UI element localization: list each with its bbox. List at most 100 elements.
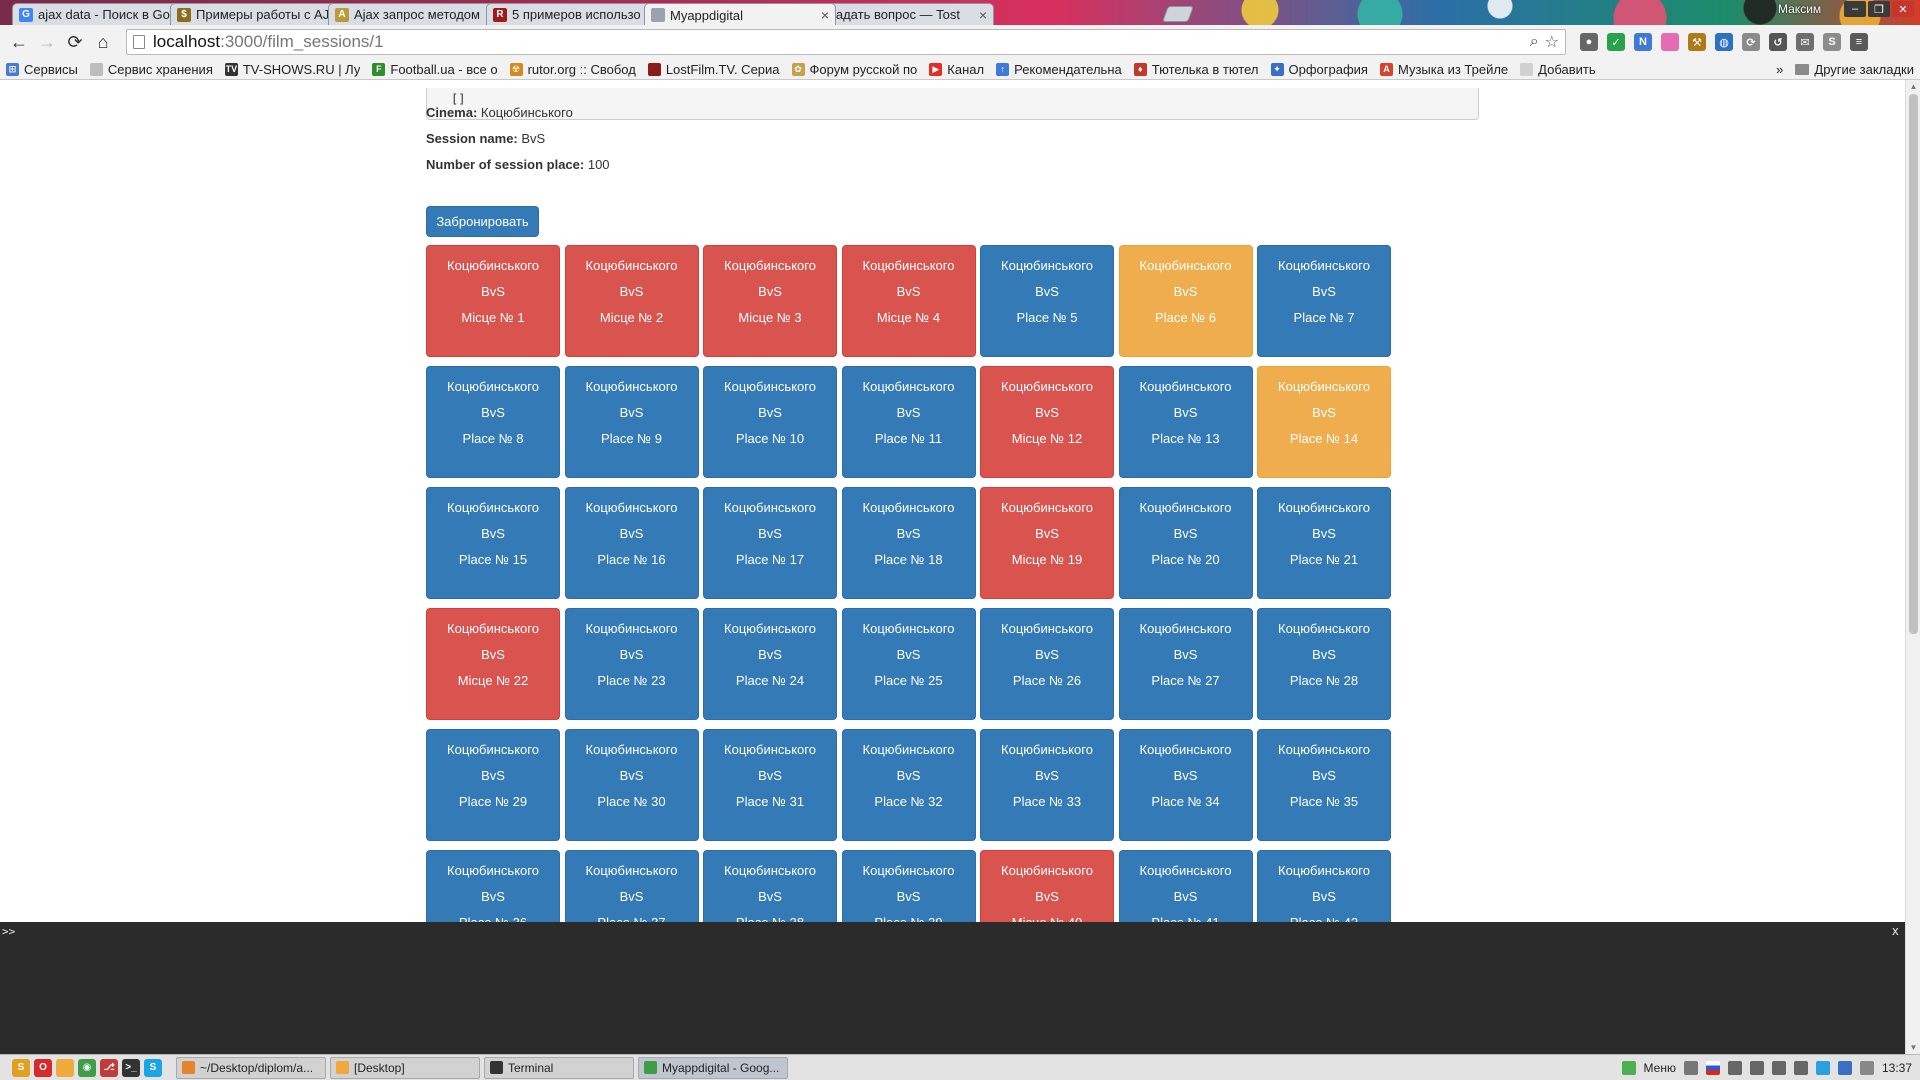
bookmark-item[interactable]: ▶ Канал <box>929 62 984 77</box>
ext-dark-icon[interactable]: ● <box>1580 33 1598 51</box>
forward-icon[interactable]: → <box>34 29 60 55</box>
bookmark-item[interactable]: Добавить <box>1520 62 1596 77</box>
mail-icon[interactable]: ✉ <box>1796 33 1814 51</box>
seat-card[interactable]: Коцюбинського BvS Place № 15 <box>426 487 560 599</box>
bookmark-item[interactable]: ✦ Орфография <box>1270 62 1368 77</box>
security-shield-icon[interactable] <box>1837 1061 1852 1075</box>
seat-card[interactable]: Коцюбинського BvS Місце № 12 <box>980 366 1114 478</box>
seat-card[interactable]: Коцюбинського BvS Місце № 40 <box>980 850 1114 922</box>
seat-card[interactable]: Коцюбинського BvS Місце № 19 <box>980 487 1114 599</box>
seat-card[interactable]: Коцюбинського BvS Place № 29 <box>426 729 560 841</box>
app-menu-icon[interactable] <box>1621 1061 1636 1075</box>
seat-card[interactable]: Коцюбинського BvS Place № 32 <box>841 729 976 841</box>
settings-icon[interactable] <box>1859 1061 1874 1075</box>
seat-card[interactable]: Коцюбинського BvS Place № 34 <box>1118 729 1253 841</box>
seat-card[interactable]: Коцюбинського BvS Place № 26 <box>980 608 1114 720</box>
skype-icon[interactable]: S <box>144 1058 162 1077</box>
bookmark-item[interactable]: ↑ Рекомендательна <box>996 62 1122 77</box>
bookmark-item[interactable]: ♦ Тютелька в тютел <box>1133 62 1259 77</box>
book-button[interactable]: Забронировать <box>426 206 539 237</box>
seat-card[interactable]: Коцюбинського BvS Place № 28 <box>1257 608 1391 720</box>
restore-icon[interactable]: ❐ <box>1868 1 1890 17</box>
bookmark-item[interactable]: ⊞ Сервисы <box>6 62 78 77</box>
browser-tab[interactable]: Myappdigital × <box>644 3 836 25</box>
seat-card[interactable]: Коцюбинського BvS Place № 18 <box>841 487 976 599</box>
address-bar[interactable]: localhost:3000/film_sessions/1 ⌕ ☆ <box>126 29 1566 55</box>
seat-card[interactable]: Коцюбинського BvS Place № 5 <box>980 245 1114 357</box>
bookmark-item[interactable]: TV TV-SHOWS.RU | Лу <box>224 62 360 77</box>
keyboard-layout-icon[interactable] <box>1705 1061 1720 1075</box>
bookmark-item[interactable]: LostFilm.TV. Сериа <box>647 62 780 77</box>
s-launcher-icon[interactable]: S <box>12 1058 30 1077</box>
seat-card[interactable]: Коцюбинського BvS Place № 25 <box>841 608 976 720</box>
seat-card[interactable]: Коцюбинського BvS Place № 33 <box>980 729 1114 841</box>
seat-card[interactable]: Коцюбинського BvS Place № 9 <box>564 366 699 478</box>
seat-card[interactable]: Коцюбинського BvS Місце № 3 <box>703 245 837 357</box>
seat-card[interactable]: Коцюбинського BvS Place № 10 <box>703 366 837 478</box>
seat-card[interactable]: Коцюбинського BvS Place № 21 <box>1257 487 1391 599</box>
seat-card[interactable]: Коцюбинського BvS Place № 11 <box>841 366 976 478</box>
pink-square-icon[interactable] <box>1661 33 1679 51</box>
taskbar-window[interactable]: [Desktop] <box>330 1056 480 1079</box>
seat-card[interactable]: Коцюбинського BvS Place № 20 <box>1118 487 1253 599</box>
folder-icon[interactable] <box>56 1058 74 1077</box>
sync-icon[interactable]: ⟳ <box>1742 33 1760 51</box>
bookmarks-overflow-icon[interactable]: » <box>1776 62 1783 77</box>
new-badge-icon[interactable]: N <box>1634 33 1652 51</box>
network-icon[interactable] <box>1727 1061 1742 1075</box>
seat-card[interactable]: Коцюбинського BvS Place № 6 <box>1118 245 1253 357</box>
seat-card[interactable]: Коцюбинського BvS Place № 27 <box>1118 608 1253 720</box>
close-window-icon[interactable]: ✕ <box>1892 1 1914 17</box>
scroll-down-icon[interactable]: ▼ <box>1906 1041 1920 1054</box>
opera-icon[interactable]: O <box>34 1058 52 1077</box>
console-panel[interactable]: >> x <box>0 922 1905 1054</box>
home-icon[interactable]: ⌂ <box>90 29 116 55</box>
zoom-search-icon[interactable]: ⌕ <box>1530 33 1539 51</box>
taskbar-window[interactable]: Terminal <box>484 1056 634 1079</box>
seat-card[interactable]: Коцюбинського BvS Place № 7 <box>1257 245 1391 357</box>
bookmark-item[interactable]: ✿ Форум русской по <box>791 62 917 77</box>
git-icon[interactable]: ⎇ <box>100 1058 118 1077</box>
page-scrollbar[interactable]: ▲ ▼ <box>1905 80 1920 1054</box>
seat-card[interactable]: Коцюбинського BvS Place № 41 <box>1118 850 1253 922</box>
seat-card[interactable]: Коцюбинського BvS Place № 13 <box>1118 366 1253 478</box>
taskbar-window[interactable]: Myappdigital - Goog... <box>638 1056 788 1079</box>
back-icon[interactable]: ← <box>6 29 32 55</box>
scrollbar-thumb[interactable] <box>1909 94 1918 634</box>
taskbar-window[interactable]: ~/Desktop/diplom/a... <box>176 1056 326 1079</box>
seat-card[interactable]: Коцюбинського BvS Place № 39 <box>841 850 976 922</box>
user-icon[interactable] <box>1683 1061 1698 1075</box>
s-ext-icon[interactable]: S <box>1823 33 1841 51</box>
seat-card[interactable]: Коцюбинського BvS Місце № 22 <box>426 608 560 720</box>
menu-label[interactable]: Меню <box>1644 1061 1676 1075</box>
bookmark-item[interactable]: ☢ rutor.org :: Свобод <box>509 62 636 77</box>
clock[interactable]: 13:37 <box>1882 1061 1912 1075</box>
tab-close-icon[interactable]: × <box>821 7 829 23</box>
other-bookmarks[interactable]: Другие закладки <box>1795 62 1914 77</box>
globe-icon[interactable]: ◍ <box>1715 33 1733 51</box>
seat-card[interactable]: Коцюбинського BvS Місце № 1 <box>426 245 560 357</box>
chrome-icon[interactable]: ◉ <box>78 1058 96 1077</box>
bookmark-item[interactable]: A Музыка из Трейле <box>1379 62 1508 77</box>
seat-card[interactable]: Коцюбинського BvS Place № 36 <box>426 850 560 922</box>
seat-card[interactable]: Коцюбинського BvS Place № 31 <box>703 729 837 841</box>
seat-card[interactable]: Коцюбинського BvS Place № 16 <box>564 487 699 599</box>
seat-card[interactable]: Коцюбинського BvS Place № 8 <box>426 366 560 478</box>
seat-card[interactable]: Коцюбинського BvS Place № 37 <box>564 850 699 922</box>
seat-card[interactable]: Коцюбинського BvS Place № 30 <box>564 729 699 841</box>
seat-card[interactable]: Коцюбинського BvS Place № 23 <box>564 608 699 720</box>
clipboard-icon[interactable] <box>1771 1061 1786 1075</box>
console-close-icon[interactable]: x <box>1892 924 1899 938</box>
bookmark-item[interactable]: F Football.ua - все о <box>372 62 498 77</box>
pickaxe-icon[interactable]: ⚒ <box>1688 33 1706 51</box>
seat-card[interactable]: Коцюбинського BvS Місце № 4 <box>841 245 976 357</box>
wifi-icon[interactable] <box>1793 1061 1808 1075</box>
telegram-icon[interactable] <box>1815 1061 1830 1075</box>
menu-icon[interactable]: ≡ <box>1850 33 1868 51</box>
history-icon[interactable]: ↺ <box>1769 33 1787 51</box>
scroll-up-icon[interactable]: ▲ <box>1906 80 1920 93</box>
shield-icon[interactable]: ✓ <box>1607 33 1625 51</box>
terminal-icon[interactable]: >_ <box>122 1058 140 1077</box>
reload-icon[interactable]: ⟳ <box>62 29 88 55</box>
seat-card[interactable]: Коцюбинського BvS Місце № 2 <box>564 245 699 357</box>
